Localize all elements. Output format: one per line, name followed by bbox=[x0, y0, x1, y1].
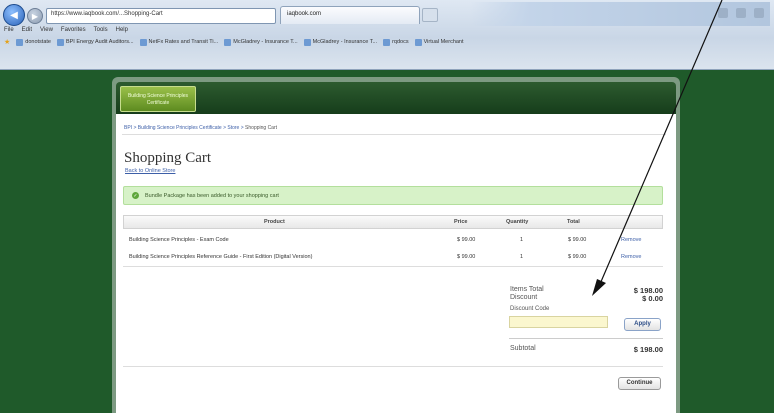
favorites-star-icon[interactable] bbox=[736, 8, 746, 18]
remove-link[interactable]: Remove bbox=[621, 254, 641, 260]
favorite-label: donotstate bbox=[25, 39, 51, 45]
favorite-item[interactable]: Virtual Merchant bbox=[414, 38, 464, 46]
notice-text: Bundle Package has been added to your sh… bbox=[145, 192, 279, 199]
remove-link[interactable]: Remove bbox=[621, 237, 641, 243]
breadcrumb-current: Shopping Cart bbox=[245, 125, 278, 131]
favorite-label: Virtual Merchant bbox=[423, 39, 464, 45]
discount-code-input[interactable] bbox=[509, 316, 608, 328]
divider bbox=[509, 338, 663, 339]
favorite-label: BPI Energy Audit Auditors... bbox=[65, 39, 134, 45]
table-row: Building Science Principles - Exam Code … bbox=[123, 233, 663, 247]
check-icon: ✓ bbox=[132, 192, 139, 199]
page-icon bbox=[139, 38, 147, 46]
menu-tools[interactable]: Tools bbox=[94, 27, 108, 33]
address-bar[interactable]: https://www.iaqbook.com/...Shopping-Cart bbox=[46, 8, 276, 24]
table-row: Building Science Principles Reference Gu… bbox=[123, 250, 663, 264]
favorite-label: rqdocs bbox=[392, 39, 409, 45]
site-logo[interactable]: Building Science Principles Certificate bbox=[120, 86, 196, 112]
site-header bbox=[116, 82, 676, 114]
page-icon bbox=[56, 38, 64, 46]
favorite-item[interactable]: donotstate bbox=[16, 38, 51, 46]
favorite-item[interactable]: BPI Energy Audit Auditors... bbox=[56, 38, 134, 46]
window-controls bbox=[718, 8, 764, 18]
favorite-label: NetFx Rates and Transit Ti... bbox=[148, 39, 219, 45]
divider bbox=[123, 266, 663, 267]
favorite-item[interactable]: NetFx Rates and Transit Ti... bbox=[139, 38, 219, 46]
menu-favorites[interactable]: Favorites bbox=[61, 27, 86, 33]
back-to-store-link[interactable]: Back to Online Store bbox=[125, 168, 175, 174]
subtotal-label: Subtotal bbox=[510, 345, 536, 352]
favorite-item[interactable]: rqdocs bbox=[383, 38, 409, 46]
cart-table-header: Product Price Quantity Total bbox=[123, 215, 663, 229]
page-icon bbox=[303, 38, 311, 46]
new-tab-button[interactable] bbox=[422, 8, 438, 22]
item-price: $ 99.00 bbox=[457, 237, 476, 243]
header-price: Price bbox=[454, 219, 468, 225]
totals-labels: Items Total Discount bbox=[510, 286, 544, 302]
page-title: Shopping Cart bbox=[124, 150, 212, 166]
favorite-label: McGladrey - Insurance T... bbox=[312, 39, 378, 45]
favorite-label: McGladrey - Insurance T... bbox=[233, 39, 298, 45]
header-total: Total bbox=[567, 219, 580, 225]
favorites-bar: ★ donotstate BPI Energy Audit Auditors..… bbox=[4, 38, 464, 46]
divider bbox=[122, 134, 666, 135]
menu-bar: File Edit View Favorites Tools Help bbox=[4, 27, 128, 33]
item-price: $ 99.00 bbox=[457, 254, 476, 260]
item-quantity[interactable]: 1 bbox=[520, 254, 523, 260]
header-quantity: Quantity bbox=[506, 219, 529, 225]
browser-chrome: ◀ ▶ https://www.iaqbook.com/...Shopping-… bbox=[0, 0, 774, 70]
menu-view[interactable]: View bbox=[40, 27, 53, 33]
forward-arrow-icon: ▶ bbox=[31, 11, 39, 21]
page-icon bbox=[383, 38, 391, 46]
items-total-label: Items Total bbox=[510, 286, 544, 293]
apply-button[interactable]: Apply bbox=[624, 318, 661, 331]
menu-edit[interactable]: Edit bbox=[22, 27, 32, 33]
browser-tab[interactable]: iaqbook.com bbox=[280, 6, 420, 24]
home-icon[interactable] bbox=[718, 8, 728, 18]
product-name: Building Science Principles Reference Gu… bbox=[129, 254, 313, 260]
item-total: $ 99.00 bbox=[568, 237, 587, 243]
favorite-item[interactable]: McGladrey - Insurance T... bbox=[303, 38, 378, 46]
discount-code-label: Discount Code bbox=[510, 306, 550, 312]
menu-file[interactable]: File bbox=[4, 27, 14, 33]
subtotal-value: $ 198.00 bbox=[633, 345, 663, 354]
divider bbox=[123, 366, 663, 367]
discount-value: $ 0.00 bbox=[642, 294, 663, 303]
page-icon bbox=[16, 38, 24, 46]
menu-help[interactable]: Help bbox=[116, 27, 128, 33]
header-product: Product bbox=[264, 219, 285, 225]
gear-icon[interactable] bbox=[754, 8, 764, 18]
success-notice: ✓ Bundle Package has been added to your … bbox=[123, 186, 663, 205]
favorites-star-icon[interactable]: ★ bbox=[4, 38, 10, 46]
page-icon bbox=[414, 38, 422, 46]
discount-label: Discount bbox=[510, 294, 538, 301]
continue-button[interactable]: Continue bbox=[618, 377, 661, 390]
back-button[interactable]: ◀ bbox=[3, 4, 25, 26]
back-arrow-icon: ◀ bbox=[10, 9, 18, 21]
favorite-item[interactable]: McGladrey - Insurance T... bbox=[224, 38, 298, 46]
page-icon bbox=[224, 38, 232, 46]
product-name: Building Science Principles - Exam Code bbox=[129, 237, 229, 243]
breadcrumb: BPI > Building Science Principles Certif… bbox=[124, 125, 277, 131]
item-quantity[interactable]: 1 bbox=[520, 237, 523, 243]
item-total: $ 99.00 bbox=[568, 254, 587, 260]
breadcrumb-links[interactable]: BPI > Building Science Principles Certif… bbox=[124, 125, 244, 131]
forward-button[interactable]: ▶ bbox=[27, 8, 43, 24]
